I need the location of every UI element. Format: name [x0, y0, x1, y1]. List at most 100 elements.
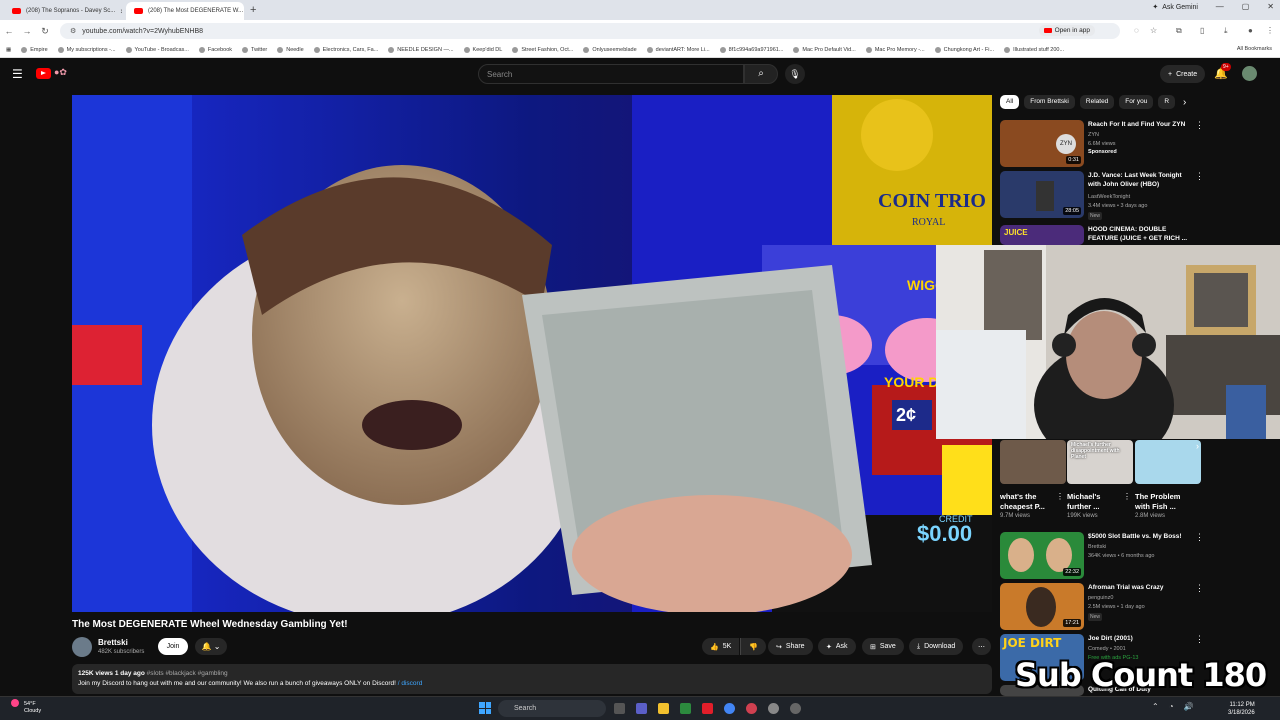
bookmark-item[interactable]: Twitter	[242, 46, 267, 53]
bookmark-item[interactable]: Needle	[277, 46, 304, 53]
close-window-icon[interactable]: ✕	[1267, 2, 1274, 11]
more-vert-icon[interactable]: ⋮	[1195, 171, 1204, 182]
browser-tab[interactable]: (208) The Sopranos - Davey Sc... ×	[4, 2, 122, 20]
description-box[interactable]	[72, 664, 992, 694]
close-tab-icon[interactable]: ×	[120, 7, 122, 16]
recommendation-item[interactable]: JUICE HOOD CINEMA: DOUBLE FEATURE (JUICE…	[1000, 225, 1205, 245]
clock[interactable]: 11:12 PM 3/18/2026	[1228, 701, 1255, 717]
short-thumbnail[interactable]: Michael's further disappointment with Pl…	[1067, 440, 1133, 484]
download-button[interactable]: ⤓ Download	[909, 638, 964, 655]
recommendation-item[interactable]: 17:21 Afroman Trial was Crazy penguinz0 …	[1000, 583, 1205, 633]
profile-icon[interactable]: ●	[1248, 26, 1253, 35]
weather-widget[interactable]: 54°F Cloudy	[24, 701, 41, 715]
chip-for-you[interactable]: For you	[1119, 95, 1154, 109]
more-vert-icon[interactable]: ⋮	[1195, 120, 1204, 131]
channel-avatar[interactable]	[72, 637, 92, 657]
star-icon[interactable]: ☆	[1150, 26, 1157, 35]
minimize-icon[interactable]: —	[1216, 2, 1224, 11]
bookmark-item[interactable]: deviantART: More Li...	[646, 46, 710, 53]
bookmark-item[interactable]: My subscriptions -...	[57, 46, 116, 53]
apps-grid-icon[interactable]: ▦	[6, 47, 11, 53]
chevron-right-icon[interactable]: ›	[1183, 97, 1186, 108]
youtube-logo-icon[interactable]	[36, 68, 51, 79]
hamburger-menu-icon[interactable]: ☰	[12, 67, 23, 81]
short-thumbnail[interactable]	[1000, 440, 1066, 484]
share-button[interactable]: ↪ Share	[768, 638, 813, 655]
app-icon[interactable]	[790, 703, 801, 714]
maximize-icon[interactable]: ▢	[1242, 2, 1250, 11]
hashtags[interactable]: #slots #blackjack #gambling	[147, 670, 228, 677]
bookmark-item[interactable]: Empire	[21, 46, 48, 53]
bookmark-item[interactable]: 8f1c994a69a971961...	[719, 46, 783, 53]
sidepanel-icon[interactable]: ▯	[1200, 26, 1204, 35]
bookmark-item[interactable]: Mac Pro Memory -...	[865, 46, 925, 53]
short-thumbnail[interactable]	[1135, 440, 1201, 484]
chip-from-channel[interactable]: From Brettski	[1024, 95, 1075, 109]
video-thumbnail[interactable]: 22:32	[1000, 532, 1084, 579]
open-in-app-button[interactable]: Open in app	[1038, 25, 1095, 36]
more-actions-button[interactable]: ⋯	[972, 638, 991, 655]
all-bookmarks-button[interactable]: All Bookmarks	[1237, 46, 1272, 52]
like-button[interactable]: 👍 5K	[702, 638, 740, 655]
teams-icon[interactable]	[636, 703, 647, 714]
shorts-next-icon[interactable]: ›	[1196, 441, 1199, 451]
voice-search-button[interactable]: 🎙	[785, 64, 805, 84]
discord-link[interactable]: / discord	[398, 680, 423, 687]
taskbar-search[interactable]: Search	[498, 700, 606, 717]
start-icon[interactable]	[479, 702, 491, 714]
bookmark-item[interactable]: Electronics, Cars, Fa...	[313, 46, 378, 53]
ask-gemini-button[interactable]: ✦ Ask Gemini	[1152, 3, 1198, 12]
bookmark-item[interactable]: Illustrated stuff 200...	[1004, 46, 1064, 53]
bookmark-item[interactable]: Mac Pro Default Vid...	[793, 46, 856, 53]
site-info-icon[interactable]: ⚙	[70, 27, 76, 35]
recommendation-item[interactable]: ZYN 0:31 Reach For It and Find Your ZYN Z…	[1000, 120, 1205, 170]
volume-icon[interactable]: 🔊	[1184, 702, 1194, 711]
channel-name[interactable]: Brettski	[98, 638, 128, 647]
task-view-icon[interactable]	[614, 703, 625, 714]
bookmark-item[interactable]: Facebook	[198, 46, 232, 53]
video-thumbnail[interactable]: 28:05	[1000, 171, 1084, 218]
join-button[interactable]: Join	[158, 638, 188, 655]
more-vert-icon[interactable]: ⋮	[1195, 583, 1204, 594]
extensions-icon[interactable]: ⧉	[1176, 26, 1182, 36]
channel-doodle-logo[interactable]: ●✿	[54, 67, 78, 79]
dislike-button[interactable]: 👎	[740, 638, 766, 655]
video-thumbnail[interactable]: ZYN 0:31	[1000, 120, 1084, 167]
app-icon[interactable]	[768, 703, 779, 714]
more-vert-icon[interactable]: ⋮	[1123, 492, 1131, 501]
app-icon[interactable]	[702, 703, 713, 714]
bookmark-item[interactable]: NEEDLE DESIGN —...	[388, 46, 454, 53]
chip-related[interactable]: Related	[1079, 95, 1115, 109]
bookmark-item[interactable]: Onlyuseemeblade	[583, 46, 637, 53]
search-button[interactable]: ⌕	[744, 64, 778, 84]
recommendation-item[interactable]: 22:32 $5000 Slot Battle vs. My Boss! Bre…	[1000, 532, 1205, 582]
url-field[interactable]: ⚙ youtube.com/watch?v=2WyhubENHB8	[60, 23, 1120, 39]
tray-chevron-icon[interactable]: ⌃	[1152, 702, 1159, 711]
new-tab-icon[interactable]: +	[250, 4, 256, 16]
reload-icon[interactable]: ↻	[36, 26, 54, 37]
browser-tab-active[interactable]: (208) The Most DEGENERATE W...×	[126, 2, 244, 20]
file-explorer-icon[interactable]	[658, 703, 669, 714]
subscribed-bell-button[interactable]: 🔔 ⌄	[195, 638, 227, 655]
eye-off-icon[interactable]: ◌	[1134, 26, 1139, 35]
download-icon[interactable]: ⤓	[1224, 26, 1228, 36]
chrome-icon[interactable]	[724, 703, 735, 714]
ask-button[interactable]: ✦ Ask	[818, 638, 856, 655]
account-avatar[interactable]	[1242, 66, 1257, 81]
forward-icon[interactable]: →	[18, 26, 36, 36]
bookmark-item[interactable]: Street Fashion, Oct...	[512, 46, 573, 53]
video-thumbnail[interactable]: JUICE	[1000, 225, 1084, 245]
video-player[interactable]: COIN TRIO ROYAL WIGGL YOUR D 2¢ CREDIT $…	[72, 95, 992, 612]
kebab-menu-icon[interactable]: ⋮	[1266, 26, 1274, 35]
back-icon[interactable]: ←	[0, 26, 18, 36]
save-button[interactable]: ⊞ Save	[862, 638, 904, 655]
search-input[interactable]: Search	[478, 64, 744, 84]
create-button[interactable]: + Create	[1160, 65, 1206, 83]
more-vert-icon[interactable]: ⋮	[1195, 634, 1204, 645]
more-vert-icon[interactable]: ⋮	[1056, 492, 1064, 501]
video-thumbnail[interactable]: 17:21	[1000, 583, 1084, 630]
chip-all[interactable]: All	[1000, 95, 1020, 109]
chip-recently[interactable]: R	[1158, 95, 1176, 109]
more-vert-icon[interactable]: ⋮	[1195, 532, 1204, 543]
obs-icon[interactable]	[746, 703, 757, 714]
